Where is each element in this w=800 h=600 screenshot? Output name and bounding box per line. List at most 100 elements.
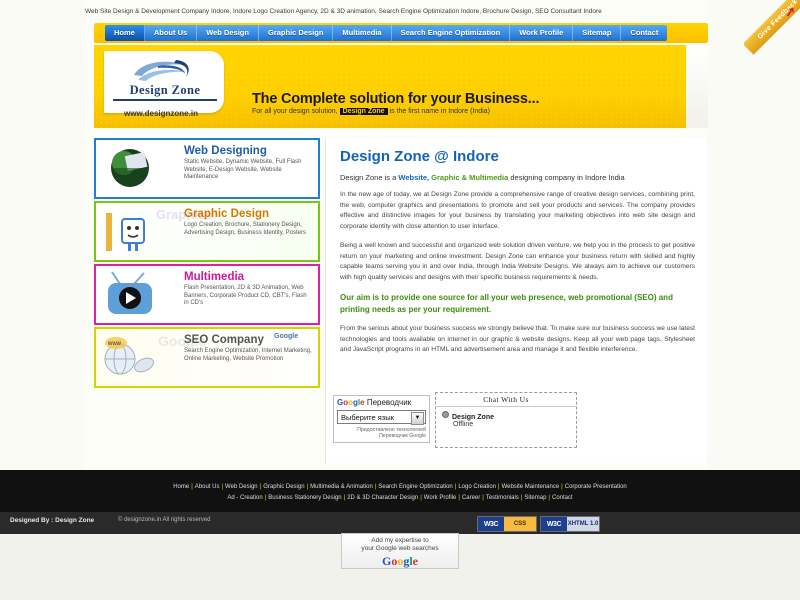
footer-link-testimonials[interactable]: Testimonials — [486, 495, 519, 501]
service-title: Web Designing — [184, 145, 267, 157]
w3c-xhtml-label: W3C — [546, 520, 562, 528]
footer-links: Home | About Us | Web Design | Graphic Design |… — [0, 470, 800, 512]
footer-separator: | — [306, 484, 309, 490]
chat-title: Chat With Us — [436, 393, 576, 407]
nav-item-graphic-design[interactable]: Graphic Design — [259, 25, 334, 41]
service-card-multimedia[interactable]: Multimedia Flash Presentation, 2D & 3D A… — [94, 264, 320, 325]
footer-link-multimedia-animation[interactable]: Multimedia & Animation — [310, 484, 373, 490]
logo-text: Design Zone — [113, 83, 217, 101]
designed-by: Designed By : Design Zone — [10, 517, 95, 524]
svg-text:www: www — [107, 341, 122, 347]
banner-subline: For all your design solution, Design Zon… — [252, 108, 682, 115]
footer-link-search-engine-optimization[interactable]: Search Engine Optimization — [378, 484, 452, 490]
footer-separator: | — [458, 495, 460, 501]
nav-item-contact[interactable]: Contact — [621, 25, 667, 41]
logo-url: www.designzone.in — [124, 109, 198, 118]
w3c-css-badge[interactable]: W3C CSS — [477, 516, 537, 532]
banner-side-image — [686, 45, 708, 128]
footer-link-business-stationery-design[interactable]: Business Stationery Design — [268, 495, 341, 501]
google-promo-line-1: Add my expertise to — [371, 537, 429, 544]
chevron-down-icon[interactable]: ▼ — [411, 412, 424, 425]
language-select[interactable]: Выберите язык ▼ — [337, 410, 426, 425]
chat-agent-row[interactable]: Design Zone Offline — [436, 407, 576, 428]
google-translate-title: Google Переводчик — [337, 398, 426, 407]
footer-separator: | — [191, 484, 193, 490]
lead-suffix: designing company in Indore India — [510, 173, 625, 182]
footer-separator: | — [520, 495, 523, 501]
nav-bar: Home About Us Web Design Graphic Design Mult… — [94, 23, 708, 43]
google-search-promo[interactable]: Add my expertise to your Google web sear… — [341, 533, 459, 569]
nav-item-home[interactable]: Home — [105, 25, 145, 41]
footer-link-career[interactable]: Career — [462, 495, 480, 501]
service-desc: Logo Creation, Brochure, Stationery Desi… — [184, 222, 306, 236]
footer-link-graphic-design[interactable]: Graphic Design — [263, 484, 304, 490]
site-logo[interactable]: Design Zone — [104, 51, 224, 113]
content-aim-statement: Our aim is to provide one source for all… — [340, 293, 673, 314]
banner-sub-prefix: For all your design solution, — [252, 108, 338, 115]
chat-agent-name: Design Zone — [452, 414, 495, 421]
service-desc: Search Engine Optimization, Internet Mar… — [184, 348, 312, 362]
footer-link-corporate-presentation[interactable]: Corporate Presentation — [565, 484, 627, 490]
google-translate-widget[interactable]: Google Переводчик Выберите язык ▼ Предос… — [333, 395, 430, 443]
banner-headline: The Complete solution for your Business.… — [252, 91, 540, 107]
service-card-graphic-design[interactable]: Graphics Graphic Design Logo Creation, B… — [94, 201, 320, 262]
service-desc: Flash Presentation, 2D & 3D Animation, W… — [184, 285, 307, 307]
footer-link-sitemap[interactable]: Sitemap — [524, 495, 546, 501]
nav-item-web-design[interactable]: Web Design — [197, 25, 259, 41]
service-card-web-designing[interactable]: Web Designing Static Website, Dynamic We… — [94, 138, 320, 199]
chat-agent-status: Offline — [453, 421, 474, 428]
service-desc: Static Website, Dynamic Website, Full Fl… — [184, 159, 302, 181]
lead-prefix: Design Zone is a — [340, 173, 397, 182]
footer-separator: | — [221, 484, 224, 490]
nav-item-search-engine-optimization[interactable]: Search Engine Optimization — [392, 25, 511, 41]
w3c-css-label: W3C — [483, 520, 499, 528]
service-card-seo-company[interactable]: www Google Google SEO Company Search Eng… — [94, 327, 320, 388]
footer-link-web-design[interactable]: Web Design — [225, 484, 258, 490]
service-title: Multimedia — [184, 271, 245, 283]
footer-separator: | — [374, 484, 377, 490]
google-logo: Google — [381, 554, 418, 568]
copyright-text: © designzone.in All rights reserved — [118, 517, 211, 523]
banner-sub-highlight: Design Zone — [339, 108, 388, 115]
translate-powered-by: Предоставлено технологией Переводчик Goo… — [337, 427, 426, 439]
right-gutter — [707, 0, 800, 470]
nav-items: Home About Us Web Design Graphic Design Mult… — [105, 25, 668, 41]
footer-separator: | — [454, 484, 457, 490]
footer-separator: | — [482, 495, 484, 501]
footer-separator: | — [420, 495, 422, 501]
footer-link-home[interactable]: Home — [173, 484, 189, 490]
google-promo-line-2: your Google web searches — [361, 545, 439, 552]
footer-separator: | — [498, 484, 500, 490]
nav-item-multimedia[interactable]: Multimedia — [333, 25, 392, 41]
footer-link-logo-creation[interactable]: Logo Creation — [458, 484, 496, 490]
status-dot-icon — [442, 411, 449, 418]
chat-widget[interactable]: Chat With Us Design Zone Offline — [435, 392, 577, 448]
footer-link-ad-creation[interactable]: Ad - Creation — [227, 495, 262, 501]
service-badge: Google — [274, 333, 299, 340]
footer-link-website-maintenance[interactable]: Website Maintenance — [502, 484, 560, 490]
footer-link-contact[interactable]: Contact — [552, 495, 573, 501]
give-feedback-ribbon[interactable]: Give Feedback ➚ — [744, 0, 800, 56]
top-tagline: Web Site Design & Development Company In… — [85, 8, 602, 15]
bottom-bar: Designed By : Design Zone © designzone.i… — [0, 512, 800, 534]
footer-link-2d-3d-character-design[interactable]: 2D & 3D Character Design — [347, 495, 418, 501]
footer-link-work-profile[interactable]: Work Profile — [424, 495, 457, 501]
google-promo-text: Add my expertise to your Google web sear… — [342, 537, 458, 553]
nav-item-sitemap[interactable]: Sitemap — [573, 25, 622, 41]
www-globe-mouse-icon: www — [104, 337, 154, 375]
w3c-xhtml-badge[interactable]: W3C XHTML 1.0 — [540, 516, 600, 532]
w3c-xhtml-value: XHTML 1.0 — [567, 517, 599, 531]
left-gutter — [0, 0, 85, 470]
footer-separator: | — [264, 495, 267, 501]
footer-separator: | — [343, 495, 346, 501]
content-paragraph-3: From the serious about your business suc… — [340, 325, 696, 353]
nav-item-work-profile[interactable]: Work Profile — [510, 25, 574, 41]
mascot-pencil-icon — [106, 213, 145, 251]
page-title: Design Zone @ Indore — [340, 148, 499, 165]
footer-separator: | — [259, 484, 262, 490]
globe-monitor-icon — [111, 149, 149, 187]
content-paragraph-2: Being a well known and successful and or… — [340, 242, 695, 281]
footer-link-about-us[interactable]: About Us — [195, 484, 220, 490]
page-root: Give Feedback ➚ Web Site Design & Develo… — [0, 0, 800, 600]
nav-item-about-us[interactable]: About Us — [145, 25, 198, 41]
